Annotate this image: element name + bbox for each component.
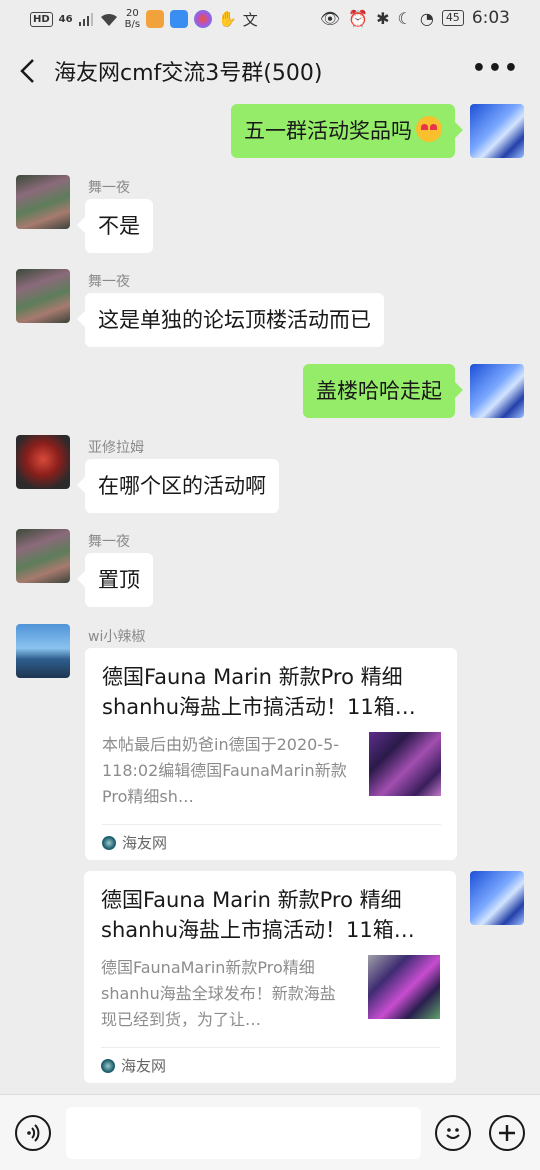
source-logo-icon xyxy=(102,835,116,850)
bluetooth-icon: ✱ xyxy=(376,8,390,28)
input-bar xyxy=(0,1094,540,1170)
cellular-bars-icon xyxy=(78,13,93,26)
avatar[interactable] xyxy=(16,624,70,678)
more-options-icon[interactable]: ••• xyxy=(472,56,520,81)
hd-indicator: HD xyxy=(30,11,53,27)
avatar[interactable] xyxy=(16,269,70,323)
app-notification-icon xyxy=(146,10,165,28)
translate-icon: 文 xyxy=(242,10,258,29)
network-speed: 20 B/s xyxy=(124,8,141,30)
avatar[interactable] xyxy=(16,435,70,489)
link-card[interactable]: 德国Fauna Marin 新款Pro 精细shanhu海盐上市搞活动！11箱…… xyxy=(84,871,456,1083)
self-avatar[interactable] xyxy=(470,364,524,418)
app-notification-icon xyxy=(170,10,189,28)
self-avatar[interactable] xyxy=(470,871,524,925)
voice-icon[interactable] xyxy=(15,1115,51,1151)
message-bubble[interactable]: 这是单独的论坛顶楼活动而已 xyxy=(77,293,384,347)
signal-icon: 46 xyxy=(58,13,73,25)
battery-icon: 45 xyxy=(441,10,464,26)
moon-icon: ☾ xyxy=(397,8,412,28)
message-bubble[interactable]: 在哪个区的活动啊 xyxy=(77,459,279,513)
chat-title: 海友网cmf交流3号群(500) xyxy=(54,61,323,86)
back-arrow-icon[interactable] xyxy=(12,54,46,88)
link-card[interactable]: 德国Fauna Marin 新款Pro 精细shanhu海盐上市搞活动！11箱…… xyxy=(85,648,457,860)
heart-eyes-emoji-icon xyxy=(416,116,442,142)
avatar[interactable] xyxy=(16,529,70,583)
link-card-thumbnail xyxy=(368,955,440,1019)
sender-name: wi小辣椒 xyxy=(88,629,146,645)
self-avatar[interactable] xyxy=(470,104,524,158)
clock-time: 6:03 xyxy=(471,8,510,28)
app-notification-icon xyxy=(194,10,213,28)
link-card-source: 海友网 xyxy=(101,1047,440,1083)
alarm-icon: ⏰ xyxy=(348,8,369,28)
message-input[interactable] xyxy=(66,1107,421,1159)
message-bubble[interactable]: 置顶 xyxy=(77,553,153,607)
message-bubble[interactable]: 不是 xyxy=(77,199,153,253)
link-card-description: 本帖最后由奶爸in德国于2020-5-118:02编辑德国FaunaMarin新… xyxy=(102,735,347,806)
link-card-title: 德国Fauna Marin 新款Pro 精细shanhu海盐上市搞活动！11箱… xyxy=(101,888,415,942)
sender-name: 舞一夜 xyxy=(88,274,130,290)
sender-name: 舞一夜 xyxy=(88,180,130,196)
emoji-icon[interactable] xyxy=(435,1115,471,1151)
link-card-description: 德国FaunaMarin新款Pro精细shanhu海盐全球发布！新款海盐现已经到… xyxy=(101,958,336,1029)
message-bubble[interactable]: 盖楼哈哈走起 xyxy=(303,364,463,418)
chat-header: 海友网cmf交流3号群(500) ••• xyxy=(0,42,540,98)
link-card-title: 德国Fauna Marin 新款Pro 精细shanhu海盐上市搞活动！11箱… xyxy=(102,665,416,719)
wifi-icon xyxy=(100,13,117,26)
eye-icon: 👁 xyxy=(319,8,341,28)
source-logo-icon xyxy=(101,1058,115,1073)
message-bubble[interactable]: 五一群活动奖品吗 xyxy=(231,104,463,158)
speedometer-icon: ◔ xyxy=(419,8,434,28)
plus-icon[interactable] xyxy=(489,1115,525,1151)
sender-name: 亚修拉姆 xyxy=(88,440,144,456)
link-card-thumbnail xyxy=(369,732,441,796)
hand-icon: ✋ xyxy=(218,10,237,28)
sender-name: 舞一夜 xyxy=(88,534,130,550)
link-card-source: 海友网 xyxy=(102,824,441,860)
avatar[interactable] xyxy=(16,175,70,229)
status-bar: HD 46 20 B/s ✋ 文 👁 ⏰ ✱ ☾ ◔ 45 6:03 xyxy=(0,0,540,40)
